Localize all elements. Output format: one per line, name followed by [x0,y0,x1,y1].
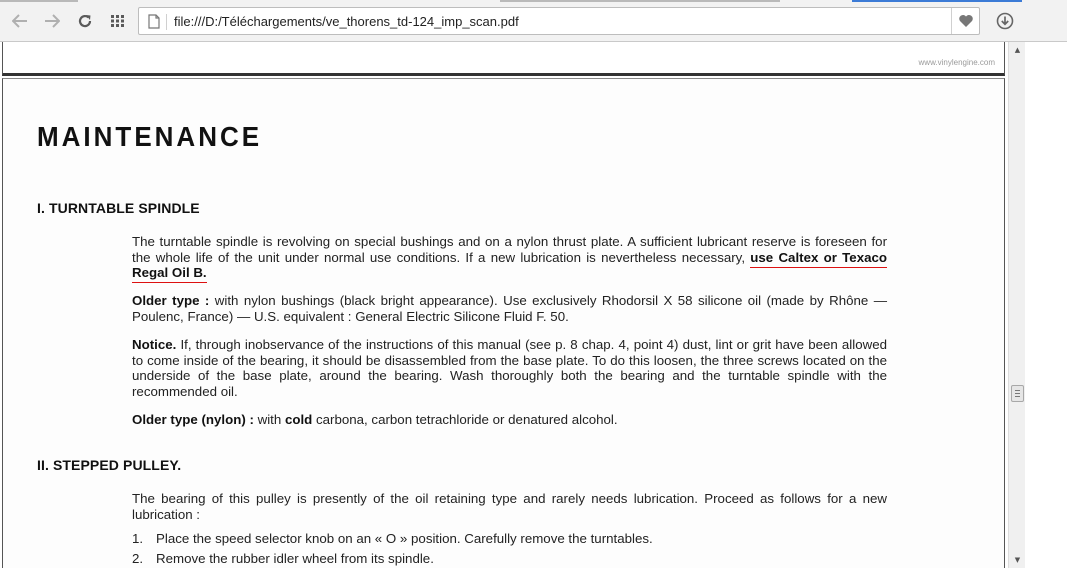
heart-icon[interactable] [951,8,979,34]
tab-strip-active [852,0,1022,2]
scroll-up-arrow-icon[interactable]: ▲ [1009,44,1026,56]
paragraph-text: with nylon bushings (black bright appear… [132,293,887,324]
tab-strip-edge [0,0,78,2]
bold-label: Older type : [132,293,210,308]
apps-grid-icon[interactable] [107,10,129,32]
grip-line [1015,396,1020,397]
scroll-down-arrow-icon[interactable]: ▼ [1009,554,1026,566]
scrollbar-thumb[interactable] [1011,385,1024,402]
tab-strip-edge [500,0,780,2]
pdf-viewer[interactable]: www.vinylengine.com MAINTENANCE I. TURNT… [0,42,1007,568]
bold-word: cold [284,412,313,427]
paragraph-older-type: Older type : with nylon bushings (black … [132,293,887,324]
list-item: 1. Place the speed selector knob on an « … [132,531,653,546]
pdf-page: MAINTENANCE I. TURNTABLE SPINDLE The tur… [2,78,1005,568]
grip-line [1015,393,1020,394]
list-item: 2. Remove the rubber idler wheel from its… [132,551,434,566]
paragraph-notice: Notice. If, through inobservance of the … [132,337,887,399]
list-text: Place the speed selector knob on an « O … [156,531,653,546]
watermark: www.vinylengine.com [918,58,995,67]
paragraph-text: carbona, carbon tetrachloride or denatur… [312,412,618,427]
list-text: Remove the rubber idler wheel from its s… [156,551,434,566]
bold-label: Notice. [132,337,177,352]
forward-arrow-icon[interactable] [41,10,63,32]
browser-toolbar: file:///D:/Téléchargements/ve_thorens_td… [0,0,1067,42]
section-heading-turntable-spindle: I. TURNTABLE SPINDLE [37,200,200,216]
address-bar[interactable]: file:///D:/Téléchargements/ve_thorens_td… [138,7,980,35]
paragraph-spindle-lubrication: The turntable spindle is revolving on sp… [132,234,887,284]
window-edge [1025,42,1067,568]
page-title: MAINTENANCE [37,120,263,153]
paragraph-pulley-bearing: The bearing of this pulley is presently … [132,491,887,522]
section-heading-stepped-pulley: II. STEPPED PULLEY. [37,457,182,473]
list-number: 1. [132,531,144,546]
download-icon[interactable] [994,10,1016,32]
paragraph-text: If, through inobservance of the instruct… [132,337,887,399]
list-number: 2. [132,551,144,566]
page-icon [148,14,160,29]
url-text[interactable]: file:///D:/Téléchargements/ve_thorens_td… [174,14,519,29]
grip-line [1015,390,1020,391]
vertical-scrollbar[interactable]: ▲ ▼ [1008,42,1025,568]
reload-icon[interactable] [74,10,96,32]
address-separator [166,14,167,30]
bold-label: Older type (nylon) : [132,412,254,427]
paragraph-older-type-nylon: Older type (nylon) : with cold carbona, … [132,412,887,428]
previous-page-bottom: www.vinylengine.com [2,42,1005,76]
paragraph-text: with [253,412,285,427]
back-arrow-icon[interactable] [9,10,31,32]
